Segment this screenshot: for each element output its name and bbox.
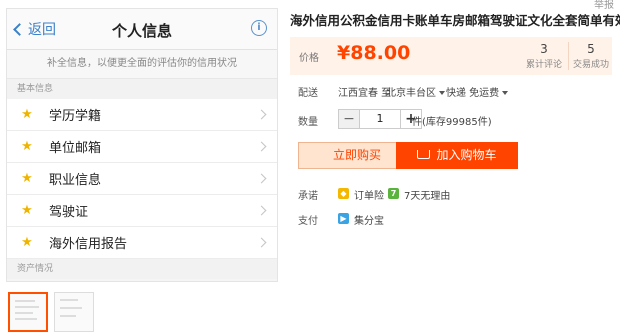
star-icon: ★ <box>21 235 33 250</box>
star-icon: ★ <box>21 107 33 122</box>
chevron-right-icon <box>256 237 267 248</box>
list-item-label: 海外信用报告 <box>49 237 128 252</box>
thumbnail-2[interactable] <box>54 292 94 332</box>
thumb-line <box>60 307 82 309</box>
quantity-label: 数量 <box>298 117 318 128</box>
list-item-label: 单位邮箱 <box>49 141 102 156</box>
thumb-line <box>15 312 33 314</box>
payment-method: 集分宝 <box>354 216 384 227</box>
list-item[interactable]: ★ 单位邮箱 <box>7 131 277 163</box>
sales-stat: 5 交易成功 <box>568 42 613 70</box>
info-icon[interactable]: i <box>251 20 267 36</box>
thumb-line <box>15 318 37 320</box>
thumbnail-1[interactable] <box>8 292 48 332</box>
reviews-label: 累计评论 <box>525 60 562 70</box>
promise-insurance[interactable]: 订单险 <box>354 187 384 202</box>
decrement-button[interactable]: − <box>338 109 360 129</box>
price-label: 价格 <box>299 53 319 64</box>
phone-navbar: 返回 个人信息 i <box>7 9 277 50</box>
thumb-line <box>15 300 35 302</box>
list-item[interactable]: ★ 海外信用报告 <box>7 227 277 259</box>
product-main-image: 返回 个人信息 i 补全信息，以便更全面的评估你的信用状况 基本信息 ★ 学历学… <box>6 8 278 282</box>
seven-day-icon: 7 <box>388 188 399 199</box>
reviews-count: 3 <box>540 42 548 56</box>
shipping-label: 配送 <box>298 88 318 99</box>
cart-icon <box>417 150 431 159</box>
chevron-down-icon <box>439 91 445 95</box>
chevron-right-icon <box>256 173 267 184</box>
thumb-line <box>60 315 76 317</box>
list-item-label: 驾驶证 <box>49 205 89 220</box>
product-title: 海外信用公积金信用卡账单车房邮箱驾驶证文化全套简单有效 <box>290 13 620 28</box>
ship-to-select[interactable]: 北京丰台区 <box>386 84 445 99</box>
add-to-cart-label: 加入购物车 <box>436 148 497 162</box>
chevron-down-icon <box>502 91 509 95</box>
quantity-input[interactable]: 1 <box>360 109 400 129</box>
jifenbao-icon: ▶ <box>338 213 349 224</box>
price-value: ¥88.00 <box>337 42 411 64</box>
price-box: 价格 ¥88.00 3 累计评论 5 交易成功 <box>290 37 612 75</box>
star-icon: ★ <box>21 171 33 186</box>
chevron-left-icon <box>13 22 26 36</box>
promise-label: 承诺 <box>298 191 318 202</box>
promise-seven-day[interactable]: 7天无理由 <box>404 187 450 202</box>
list-item-label: 职业信息 <box>49 173 102 188</box>
chevron-right-icon <box>256 141 267 152</box>
list-item[interactable]: ★ 驾驶证 <box>7 195 277 227</box>
sales-label: 交易成功 <box>572 60 609 70</box>
section-basic-info: 基本信息 <box>7 79 277 99</box>
payment-label: 支付 <box>298 216 318 227</box>
thumb-line <box>15 306 39 308</box>
insurance-icon: ◆ <box>338 188 349 199</box>
chevron-right-icon <box>256 205 267 216</box>
list-item-label: 学历学籍 <box>49 109 102 124</box>
list-item[interactable]: ★ 职业信息 <box>7 163 277 195</box>
delivery-select[interactable]: 快递 免运费 <box>446 84 509 99</box>
back-button[interactable]: 返回 <box>13 19 56 39</box>
ship-from: 江西宜春 至 <box>338 88 392 99</box>
back-label: 返回 <box>28 22 56 38</box>
sales-count: 5 <box>587 42 595 56</box>
section-assets: 资产情况 <box>7 259 277 279</box>
star-icon: ★ <box>21 139 33 154</box>
hint-text: 补全信息，以便更全面的评估你的信用状况 <box>7 50 277 79</box>
stock-text: 件(库存99985件) <box>412 117 492 128</box>
thumbnail-strip <box>8 292 94 332</box>
thumb-line <box>60 299 78 301</box>
chevron-right-icon <box>256 109 267 120</box>
reviews-stat[interactable]: 3 累计评论 <box>520 42 568 70</box>
delivery-value: 快递 免运费 <box>446 88 500 99</box>
star-icon: ★ <box>21 203 33 218</box>
quantity-stepper: − 1 + <box>338 109 422 129</box>
add-to-cart-button[interactable]: 加入购物车 <box>396 142 518 169</box>
list-item[interactable]: ★ 学历学籍 <box>7 99 277 131</box>
ship-to-value: 北京丰台区 <box>386 88 436 99</box>
